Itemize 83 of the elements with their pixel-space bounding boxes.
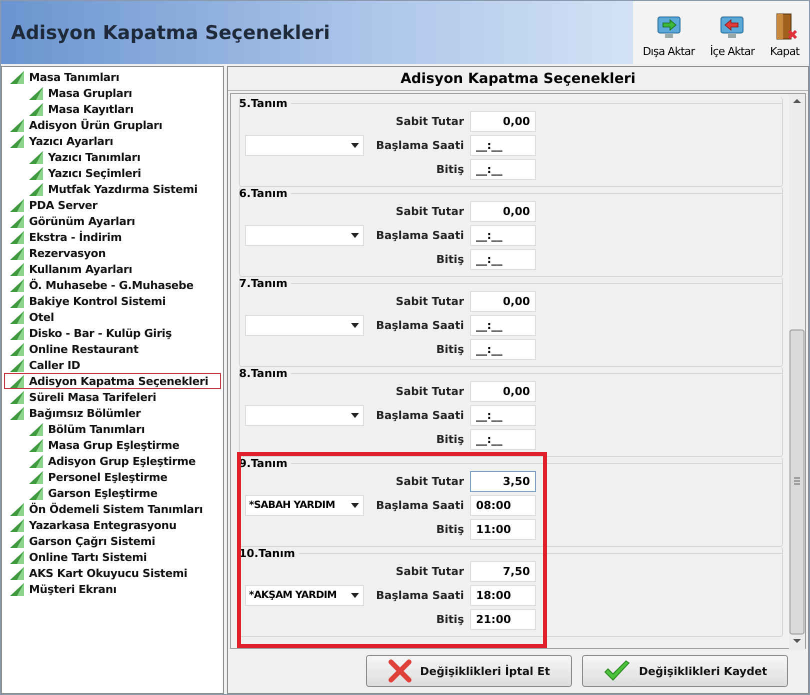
tree-item[interactable]: Bakiye Kontrol Sistemi <box>4 293 221 309</box>
input-field[interactable]: 0,00 <box>470 111 536 132</box>
input-field[interactable]: __:__ <box>470 405 536 426</box>
tree-item[interactable]: Adisyon Grup Eşleştirme <box>4 453 221 469</box>
tree-item[interactable]: Rezervasyon <box>4 245 221 261</box>
field-label: Sabit Tutar <box>394 475 464 488</box>
input-field[interactable]: 11:00 <box>470 519 536 540</box>
tree-item[interactable]: Adisyon Ürün Grupları <box>4 117 221 133</box>
field-label: Sabit Tutar <box>394 565 464 578</box>
toolbar-button[interactable]: Kapat <box>770 13 800 58</box>
field-label: Başlama Saati <box>374 589 464 602</box>
tree-item[interactable]: Masa Grupları <box>4 85 221 101</box>
field-label: Başlama Saati <box>374 139 464 152</box>
input-field[interactable]: 21:00 <box>470 609 536 630</box>
input-field[interactable]: 7,50 <box>470 561 536 582</box>
tree-item[interactable]: Masa Tanımları <box>4 69 221 85</box>
input-field[interactable]: __:__ <box>470 339 536 360</box>
field-label: Sabit Tutar <box>394 205 464 218</box>
field-label: Sabit Tutar <box>394 115 464 128</box>
input-field[interactable]: __:__ <box>470 249 536 270</box>
tree-item[interactable]: Yazarkasa Entegrasyonu <box>4 517 221 533</box>
tree-item[interactable]: Yazıcı Ayarları <box>4 133 221 149</box>
field-label: Sabit Tutar <box>394 295 464 308</box>
input-field[interactable]: __:__ <box>470 429 536 450</box>
input-field[interactable]: __:__ <box>470 225 536 246</box>
field-label: Başlama Saati <box>374 499 464 512</box>
tree-item[interactable]: Otel <box>4 309 221 325</box>
tree-item[interactable]: Online Tartı Sistemi <box>4 549 221 565</box>
tree-item[interactable]: Adisyon Kapatma Seçenekleri <box>4 373 221 389</box>
field-label: Başlama Saati <box>374 409 464 422</box>
field-label: Bitiş <box>435 163 464 176</box>
tree-item[interactable]: Disko - Bar - Kulüp Giriş <box>4 325 221 341</box>
tree-item[interactable]: Görünüm Ayarları <box>4 213 221 229</box>
group-title: 5.Tanım <box>239 96 288 110</box>
field-label: Başlama Saati <box>374 229 464 242</box>
field-label: Bitiş <box>435 343 464 356</box>
field-label: Bitiş <box>435 523 464 536</box>
input-field[interactable]: __:__ <box>470 135 536 156</box>
tree-item[interactable]: Ön Ödemeli Sistem Tanımları <box>4 501 221 517</box>
window-title: Adisyon Kapatma Seçenekleri <box>11 22 330 44</box>
tree-item[interactable]: Personel Eşleştirme <box>4 469 221 485</box>
group-title: 8.Tanım <box>239 366 288 380</box>
toolbar-button[interactable]: Dışa Aktar <box>642 15 695 58</box>
input-field[interactable]: 0,00 <box>470 381 536 402</box>
input-field[interactable]: __:__ <box>470 315 536 336</box>
group-title: 7.Tanım <box>239 276 288 290</box>
tree-item[interactable]: Caller ID <box>4 357 221 373</box>
tree-item[interactable]: Garson Çağrı Sistemi <box>4 533 221 549</box>
field-label: Bitiş <box>435 613 464 626</box>
toolbar-button[interactable]: İçe Aktar <box>710 15 755 58</box>
input-field[interactable]: 3,50 <box>470 471 536 492</box>
tree-item[interactable]: Ö. Muhasebe - G.Muhasebe <box>4 277 221 293</box>
tree-item[interactable]: Online Restaurant <box>4 341 221 357</box>
field-label: Sabit Tutar <box>394 385 464 398</box>
tree-item[interactable]: Kullanım Ayarları <box>4 261 221 277</box>
group-title: 10.Tanım <box>239 546 296 560</box>
dropdown[interactable]: *SABAH YARDIM <box>245 495 364 516</box>
field-label: Bitiş <box>435 433 464 446</box>
group-title: 6.Tanım <box>239 186 288 200</box>
input-field[interactable]: 08:00 <box>470 495 536 516</box>
input-field[interactable]: 0,00 <box>470 291 536 312</box>
tree-item[interactable]: Mutfak Yazdırma Sistemi <box>4 181 221 197</box>
tree-item[interactable]: Yazıcı Seçimleri <box>4 165 221 181</box>
tree-item[interactable]: Ekstra - İndirim <box>4 229 221 245</box>
group-title: 9.Tanım <box>239 456 288 470</box>
action-button[interactable]: Değişiklikleri Kaydet <box>582 655 788 687</box>
tree-item[interactable]: Masa Kayıtları <box>4 101 221 117</box>
tree-item[interactable]: PDA Server <box>4 197 221 213</box>
action-button[interactable]: Değişiklikleri İptal Et <box>366 655 572 687</box>
input-field[interactable]: __:__ <box>470 159 536 180</box>
tree-item[interactable]: Müşteri Ekranı <box>4 581 221 597</box>
tree-item[interactable]: Süreli Masa Tarifeleri <box>4 389 221 405</box>
input-field[interactable]: 18:00 <box>470 585 536 606</box>
input-field[interactable]: 0,00 <box>470 201 536 222</box>
tree-item[interactable]: Garson Eşleştirme <box>4 485 221 501</box>
tree-item[interactable]: AKS Kart Okuyucu Sistemi <box>4 565 221 581</box>
dropdown[interactable]: *AKŞAM YARDIM <box>245 585 364 606</box>
tree-item[interactable]: Yazıcı Tanımları <box>4 149 221 165</box>
tree-item[interactable]: Masa Grup Eşleştirme <box>4 437 221 453</box>
field-label: Bitiş <box>435 253 464 266</box>
tree-item[interactable]: Bağımsız Bölümler <box>4 405 221 421</box>
field-label: Başlama Saati <box>374 319 464 332</box>
tree-item[interactable]: Bölüm Tanımları <box>4 421 221 437</box>
